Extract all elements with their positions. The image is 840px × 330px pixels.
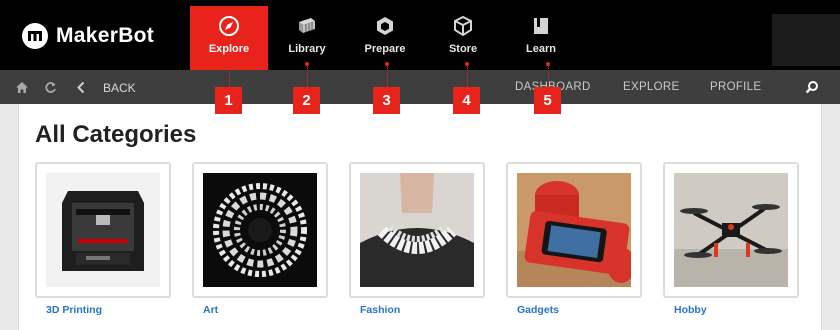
- category-card-3d-printing[interactable]: [35, 162, 171, 298]
- toolbar-link-profile[interactable]: PROFILE: [710, 81, 761, 93]
- category-link-art[interactable]: Art: [203, 304, 218, 316]
- refresh-icon[interactable]: [42, 79, 58, 95]
- category-card-art[interactable]: [192, 162, 328, 298]
- category-card-fashion[interactable]: [349, 162, 485, 298]
- category-link-3d-printing[interactable]: 3D Printing: [46, 304, 102, 316]
- learn-book-icon: [531, 15, 551, 37]
- callout-badge-3: 3: [373, 87, 400, 114]
- nav-store[interactable]: Store: [424, 6, 502, 70]
- search-icon[interactable]: [804, 79, 820, 95]
- home-icon[interactable]: [14, 79, 30, 95]
- page-title: All Categories: [35, 121, 197, 148]
- category-card-gadgets[interactable]: [506, 162, 642, 298]
- nav-learn[interactable]: Learn: [502, 6, 580, 70]
- nav-library[interactable]: Library: [268, 6, 346, 70]
- callout-leader: [306, 65, 308, 87]
- callout-badge-2: 2: [293, 87, 320, 114]
- back-chevron-icon[interactable]: [73, 79, 89, 95]
- callout-badge-5: 5: [534, 87, 561, 114]
- compass-icon: [218, 15, 240, 37]
- window-control-area: [772, 14, 840, 66]
- nav-label: Explore: [208, 43, 250, 55]
- nav-label: Store: [448, 43, 478, 55]
- makerbot-m-icon: [22, 23, 48, 49]
- callout-leader: [466, 65, 468, 87]
- brand-name: MakerBot: [56, 24, 155, 47]
- callout-leader: [386, 65, 388, 87]
- callout-leader: [228, 65, 230, 87]
- nav-label: Prepare: [364, 43, 406, 55]
- callout-leader: [547, 65, 549, 87]
- prepare-icon: [374, 15, 396, 37]
- category-card-hobby[interactable]: [663, 162, 799, 298]
- category-image-3d-printer: [46, 173, 160, 287]
- back-button[interactable]: BACK: [103, 81, 136, 95]
- library-icon: [296, 15, 318, 37]
- store-box-icon: [452, 15, 474, 37]
- category-image-quadcopter: [674, 173, 788, 287]
- category-link-gadgets[interactable]: Gadgets: [517, 304, 559, 316]
- browser-toolbar: BACK DASHBOARD EXPLORE PROFILE: [0, 70, 840, 104]
- category-image-lattice-sculpture: [203, 173, 317, 287]
- category-link-hobby[interactable]: Hobby: [674, 304, 707, 316]
- category-image-necklace: [360, 173, 474, 287]
- callout-badge-1: 1: [215, 87, 242, 114]
- nav-label: Learn: [526, 43, 556, 55]
- category-link-fashion[interactable]: Fashion: [360, 304, 400, 316]
- category-image-phone-speaker: [517, 173, 631, 287]
- nav-prepare[interactable]: Prepare: [346, 6, 424, 70]
- nav-explore[interactable]: Explore: [190, 6, 268, 70]
- toolbar-link-explore[interactable]: EXPLORE: [623, 81, 679, 93]
- nav-label: Library: [288, 43, 326, 55]
- app-header: MakerBot Explore Library Prepare Store L…: [0, 0, 840, 70]
- makerbot-logo[interactable]: MakerBot: [22, 22, 154, 50]
- callout-badge-4: 4: [453, 87, 480, 114]
